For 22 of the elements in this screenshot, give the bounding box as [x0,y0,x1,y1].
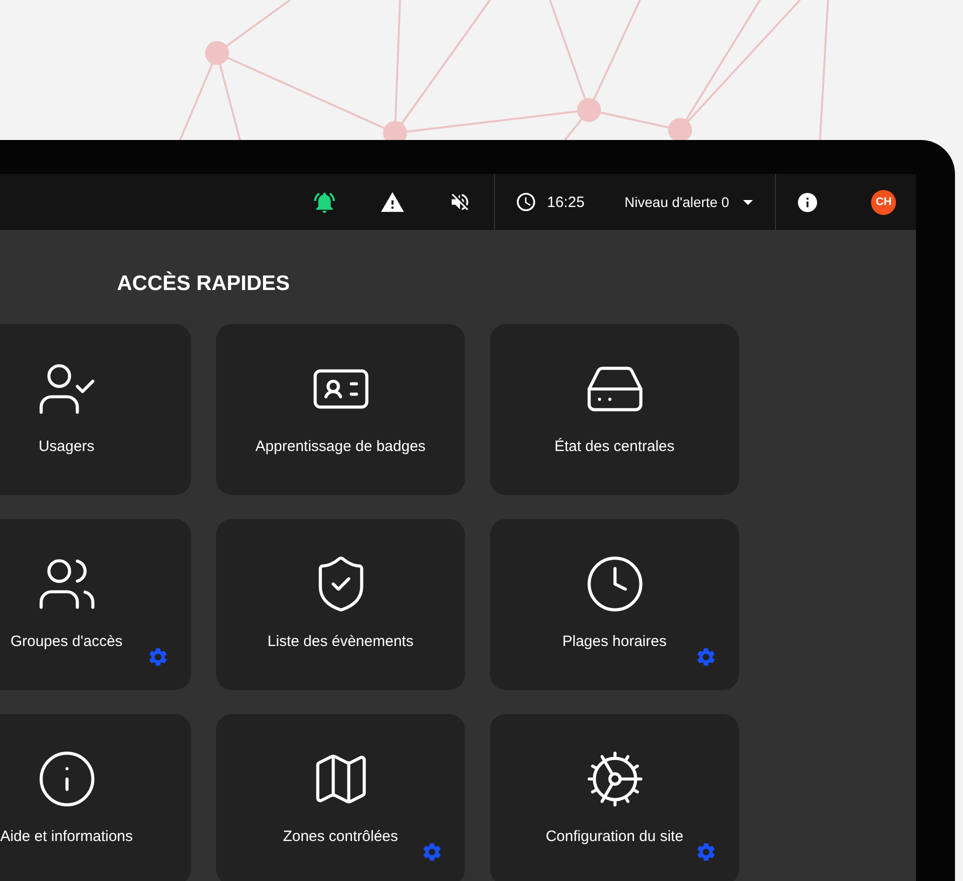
settings-icon[interactable] [421,841,443,863]
quick-access-tile[interactable]: Groupes d'accès [0,519,191,690]
alert-level-dropdown[interactable]: Niveau d'alerte 0 [624,194,754,210]
time-text: 16:25 [547,194,585,210]
quick-access-tile[interactable]: Plages horaires [490,519,739,690]
quick-access-tile[interactable]: État des centrales [490,324,739,495]
quick-access-tile[interactable]: Usagers [0,324,191,495]
warning-icon[interactable] [380,190,404,214]
settings-icon[interactable] [147,646,169,668]
section-title: ACCÈS RAPIDES [117,272,291,296]
bell-icon[interactable] [312,190,336,214]
quick-access-tile[interactable]: Zones contrôlées [216,714,465,881]
quick-access-tile[interactable]: Liste des évènements [216,519,465,690]
quick-access-tile[interactable]: Apprentissage de badges [216,324,465,495]
settings-icon[interactable] [695,841,717,863]
settings-icon[interactable] [695,646,717,668]
mute-icon[interactable] [449,191,471,213]
quick-access-tile[interactable]: Aide et informations [0,714,191,881]
quick-access-tile[interactable]: Configuration du site [490,714,739,881]
clock-icon [515,191,537,213]
caret-icon [743,200,754,204]
info-icon[interactable] [796,190,820,214]
